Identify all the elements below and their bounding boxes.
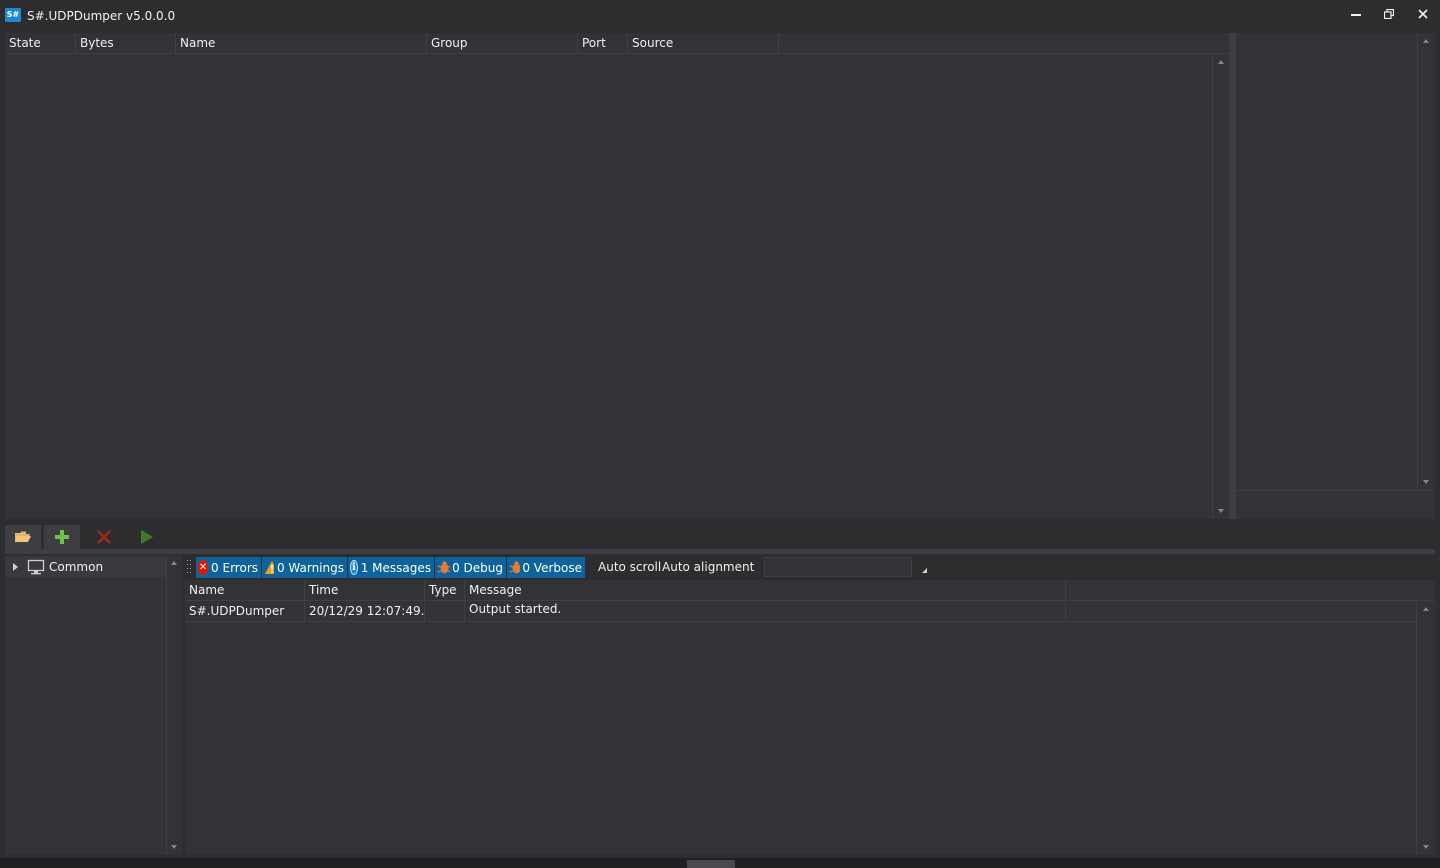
scroll-up-icon[interactable] xyxy=(1218,60,1224,64)
warning-icon xyxy=(265,561,274,574)
sources-tree: Common xyxy=(5,555,182,855)
tree-item-common[interactable]: Common xyxy=(5,557,166,577)
horizontal-splitter[interactable] xyxy=(5,549,1435,554)
log-cell-type xyxy=(425,601,465,621)
scroll-down-icon[interactable] xyxy=(171,845,177,849)
vertical-splitter[interactable] xyxy=(1229,33,1236,519)
verbose-filter-label: 0 Verbose xyxy=(522,560,582,575)
column-header-name[interactable]: Name xyxy=(185,580,305,600)
properties-panel xyxy=(1236,33,1436,519)
column-header-message[interactable]: Message xyxy=(465,580,1066,600)
delete-icon xyxy=(96,529,112,545)
sources-grid-scrollbar[interactable] xyxy=(1212,54,1230,519)
scroll-down-icon[interactable] xyxy=(1218,509,1224,513)
scroll-up-icon[interactable] xyxy=(1423,39,1429,43)
column-header-state[interactable]: State xyxy=(5,33,76,53)
messages-filter-button[interactable]: i 1 Messages xyxy=(348,557,434,578)
app-icon: S# xyxy=(5,8,21,22)
column-header-time[interactable]: Time xyxy=(305,580,425,600)
auto-scroll-toggle[interactable]: Auto scroll xyxy=(598,560,661,574)
column-header-source[interactable]: Source xyxy=(628,33,779,53)
verbose-filter-button[interactable]: 0 Verbose xyxy=(507,557,585,578)
delete-button[interactable] xyxy=(86,525,122,549)
info-icon: i xyxy=(350,560,358,575)
window-title: S#.UDPDumper v5.0.0.0 xyxy=(27,9,176,23)
bug-icon xyxy=(509,561,521,574)
column-header-group[interactable]: Group xyxy=(427,33,578,53)
log-grid-header: Name Time Type Message xyxy=(185,580,1435,601)
warnings-filter-label: 0 Warnings xyxy=(276,560,344,575)
log-cell-message: Output started. xyxy=(465,599,1066,619)
table-row[interactable]: S#.UDPDumper 20/12/29 12:07:49.... Outpu… xyxy=(185,599,1416,622)
play-icon xyxy=(141,530,153,544)
messages-filter-label: 1 Messages xyxy=(360,560,431,575)
log-grid-scrollbar[interactable] xyxy=(1416,601,1436,855)
close-icon xyxy=(1418,9,1428,19)
minimize-icon xyxy=(1351,14,1361,16)
debug-filter-button[interactable]: 0 Debug xyxy=(435,557,506,578)
log-cell-name: S#.UDPDumper xyxy=(185,601,305,621)
properties-divider xyxy=(1236,490,1435,491)
expand-arrow-icon[interactable] xyxy=(13,563,19,571)
start-button[interactable] xyxy=(129,525,165,549)
bug-icon xyxy=(437,561,451,574)
bottom-bar xyxy=(0,858,1440,868)
add-icon xyxy=(55,530,69,544)
tree-scrollbar[interactable] xyxy=(166,555,182,855)
column-header-bytes[interactable]: Bytes xyxy=(76,33,176,53)
warnings-filter-button[interactable]: 0 Warnings xyxy=(262,557,347,578)
column-header-port[interactable]: Port xyxy=(578,33,628,53)
monitor-icon xyxy=(27,559,45,575)
scroll-up-icon[interactable] xyxy=(171,561,177,565)
overflow-icon[interactable] xyxy=(922,568,928,574)
folder-open-icon xyxy=(15,531,31,542)
close-button[interactable] xyxy=(1408,3,1438,25)
add-button[interactable] xyxy=(44,525,80,549)
scroll-down-icon[interactable] xyxy=(1423,845,1429,849)
title-bar: S# S#.UDPDumper v5.0.0.0 xyxy=(0,0,1440,30)
errors-filter-label: 0 Errors xyxy=(211,560,258,575)
scroll-up-icon[interactable] xyxy=(1423,607,1429,611)
tree-item-label: Common xyxy=(49,560,104,574)
restore-icon xyxy=(1384,9,1394,19)
log-cell-time: 20/12/29 12:07:49.... xyxy=(305,601,425,621)
error-icon: ✕ xyxy=(198,560,209,575)
auto-alignment-toggle[interactable]: Auto alignment xyxy=(662,560,754,574)
minimize-button[interactable] xyxy=(1341,3,1371,25)
toolbar-grip-icon[interactable] xyxy=(187,559,192,576)
column-header-type[interactable]: Type xyxy=(425,580,465,600)
open-button[interactable] xyxy=(5,525,41,549)
taskbar-item[interactable] xyxy=(687,860,735,868)
log-search-input[interactable] xyxy=(764,557,912,577)
debug-filter-label: 0 Debug xyxy=(452,560,503,575)
log-grid: Name Time Type Message S#.UDPDumper 20/1… xyxy=(185,580,1436,855)
sources-grid: State Bytes Name Group Port Source xyxy=(5,33,1230,519)
sources-grid-header: State Bytes Name Group Port Source xyxy=(5,33,1229,54)
scroll-down-icon[interactable] xyxy=(1423,480,1429,484)
properties-scrollbar[interactable] xyxy=(1417,33,1436,490)
restore-button[interactable] xyxy=(1374,3,1404,25)
errors-filter-button[interactable]: ✕ 0 Errors xyxy=(196,557,261,578)
column-header-name[interactable]: Name xyxy=(176,33,427,53)
